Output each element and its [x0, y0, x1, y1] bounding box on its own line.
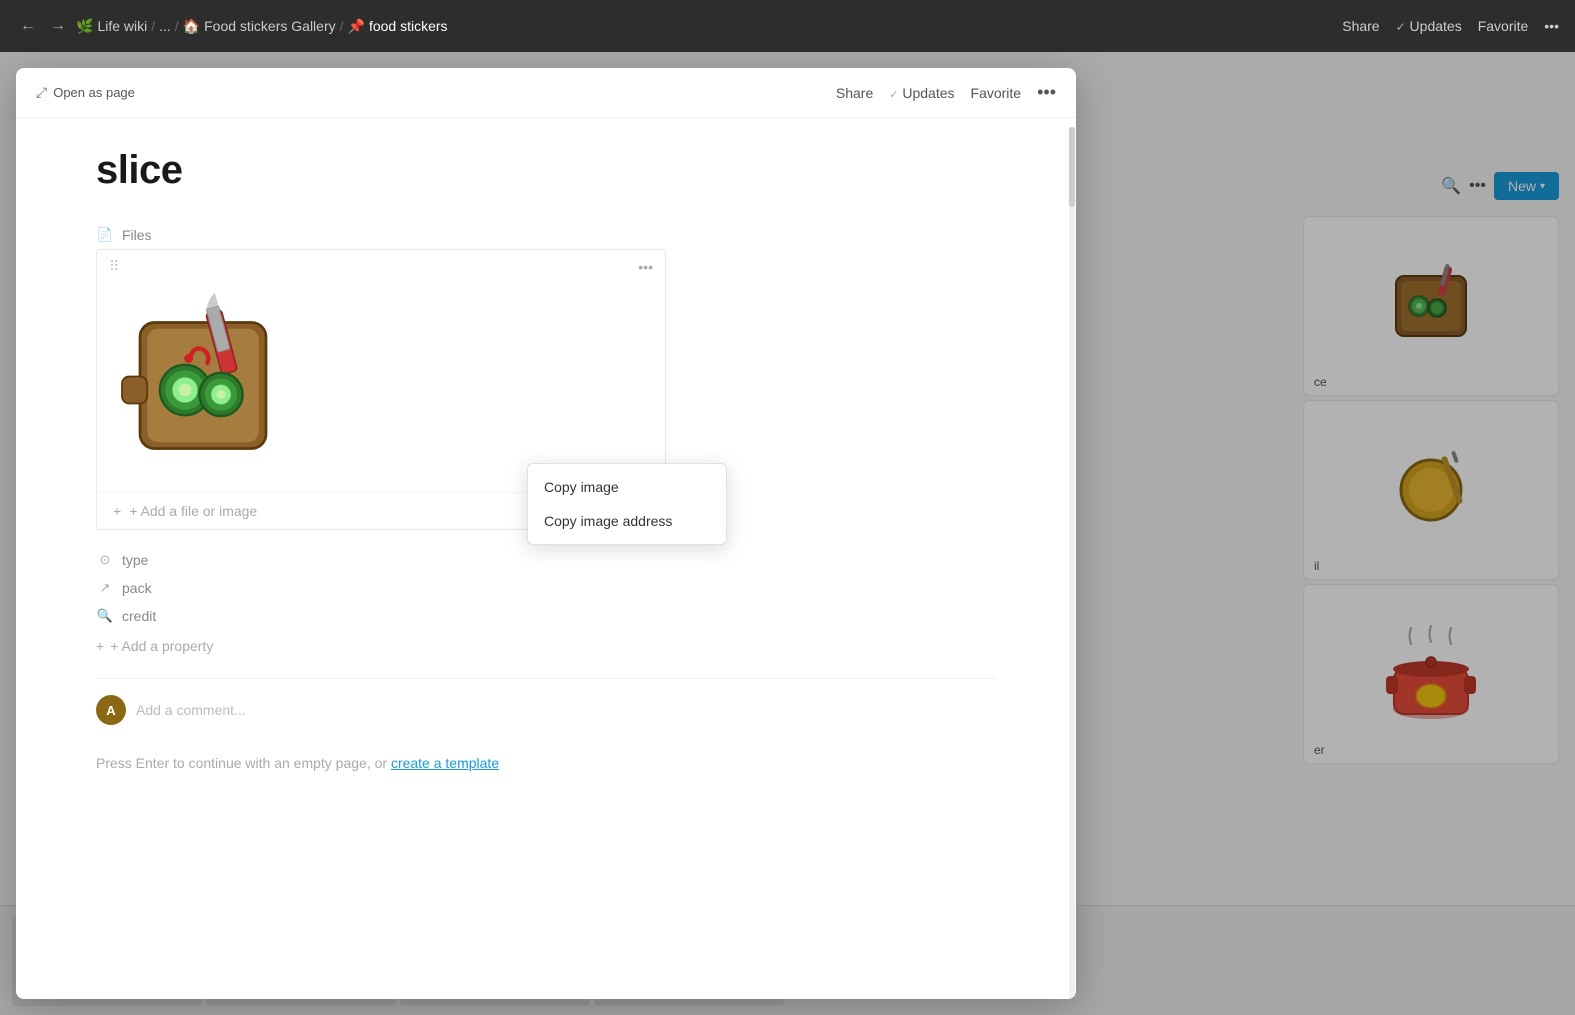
files-icon: 📄: [96, 227, 114, 243]
breadcrumb-gallery[interactable]: Food stickers Gallery: [204, 18, 335, 34]
scroll-track: [1069, 127, 1075, 999]
type-label[interactable]: type: [122, 552, 282, 568]
add-property-plus-icon: +: [96, 638, 104, 654]
breadcrumb: 🌿 Life wiki / ... / 🏠 Food stickers Gall…: [76, 18, 1336, 35]
comment-input[interactable]: Add a comment...: [136, 702, 246, 718]
image-block: ⠿ •••: [96, 249, 666, 530]
cutting-board-image: [113, 291, 293, 471]
divider: [96, 678, 996, 679]
credit-property-row: 🔍 credit: [96, 602, 996, 630]
image-block-header: ⠿ •••: [97, 250, 665, 283]
nav-updates-button[interactable]: ✓ Updates: [1396, 18, 1462, 34]
credit-icon: 🔍: [96, 608, 114, 624]
breadcrumb-icon-gallery: 🏠: [183, 18, 200, 35]
type-property-row: ⊙ type: [96, 546, 996, 574]
top-nav: ← → 🌿 Life wiki / ... / 🏠 Food stickers …: [0, 0, 1575, 52]
copy-image-menu-item[interactable]: Copy image: [528, 470, 726, 504]
breadcrumb-sep3: /: [340, 18, 344, 34]
drag-handle-icon[interactable]: ⠿: [109, 258, 119, 275]
breadcrumb-sep1: /: [151, 18, 155, 34]
comment-area: A Add a comment...: [96, 695, 996, 725]
image-area: Copy image Copy image address: [97, 283, 665, 492]
user-avatar: A: [96, 695, 126, 725]
plus-icon: +: [113, 503, 121, 519]
template-text: Press Enter to continue with an empty pa…: [96, 755, 391, 771]
breadcrumb-lifewiki[interactable]: Life wiki: [97, 18, 147, 34]
create-template-link[interactable]: create a template: [391, 755, 499, 771]
breadcrumb-sep2: /: [175, 18, 179, 34]
add-property-button[interactable]: + + Add a property: [96, 634, 996, 658]
nav-favorite-button[interactable]: Favorite: [1478, 18, 1529, 34]
breadcrumb-icon-food: 📌: [348, 18, 365, 35]
nav-more-button[interactable]: •••: [1544, 18, 1559, 34]
modal-favorite-button[interactable]: Favorite: [971, 85, 1022, 101]
nav-share-button[interactable]: Share: [1342, 18, 1379, 34]
copy-image-address-menu-item[interactable]: Copy image address: [528, 504, 726, 538]
credit-label[interactable]: credit: [122, 608, 282, 624]
pack-property-row: ↗ pack: [96, 574, 996, 602]
modal-more-button[interactable]: •••: [1037, 82, 1056, 103]
modal-updates-check-icon: ✓: [889, 89, 898, 101]
pack-label[interactable]: pack: [122, 580, 282, 596]
open-as-page-button[interactable]: ⤢ Open as page: [36, 84, 135, 101]
open-page-icon: ⤢: [36, 84, 47, 101]
modal-updates-button[interactable]: ✓ Updates: [889, 85, 954, 101]
scroll-thumb: [1069, 127, 1075, 207]
page-title: slice: [96, 148, 996, 193]
modal-panel: ⤢ Open as page Share ✓ Updates Favorite …: [16, 68, 1076, 999]
modal-content: slice 📄 Files ⠿ •••: [16, 118, 1076, 994]
properties-section: 📄 Files ⠿ •••: [96, 221, 996, 658]
updates-check-icon: ✓: [1396, 20, 1406, 34]
nav-actions: Share ✓ Updates Favorite •••: [1342, 18, 1559, 34]
files-label[interactable]: Files: [122, 227, 282, 243]
forward-button[interactable]: →: [46, 13, 70, 39]
template-line: Press Enter to continue with an empty pa…: [96, 755, 996, 771]
breadcrumb-icon-lifewiki: 🌿: [76, 18, 93, 35]
modal-actions-right: Share ✓ Updates Favorite •••: [836, 82, 1056, 103]
modal-scrollbar[interactable]: [1068, 123, 1076, 999]
files-property-row: 📄 Files: [96, 221, 996, 249]
context-menu: Copy image Copy image address: [527, 463, 727, 545]
type-icon: ⊙: [96, 552, 114, 568]
back-button[interactable]: ←: [16, 13, 40, 39]
pack-icon: ↗: [96, 580, 114, 596]
breadcrumb-ellipsis[interactable]: ...: [159, 18, 171, 34]
modal-share-button[interactable]: Share: [836, 85, 873, 101]
breadcrumb-food-stickers[interactable]: food stickers: [369, 18, 448, 34]
block-more-button[interactable]: •••: [638, 259, 653, 275]
modal-toolbar: ⤢ Open as page Share ✓ Updates Favorite …: [16, 68, 1076, 118]
